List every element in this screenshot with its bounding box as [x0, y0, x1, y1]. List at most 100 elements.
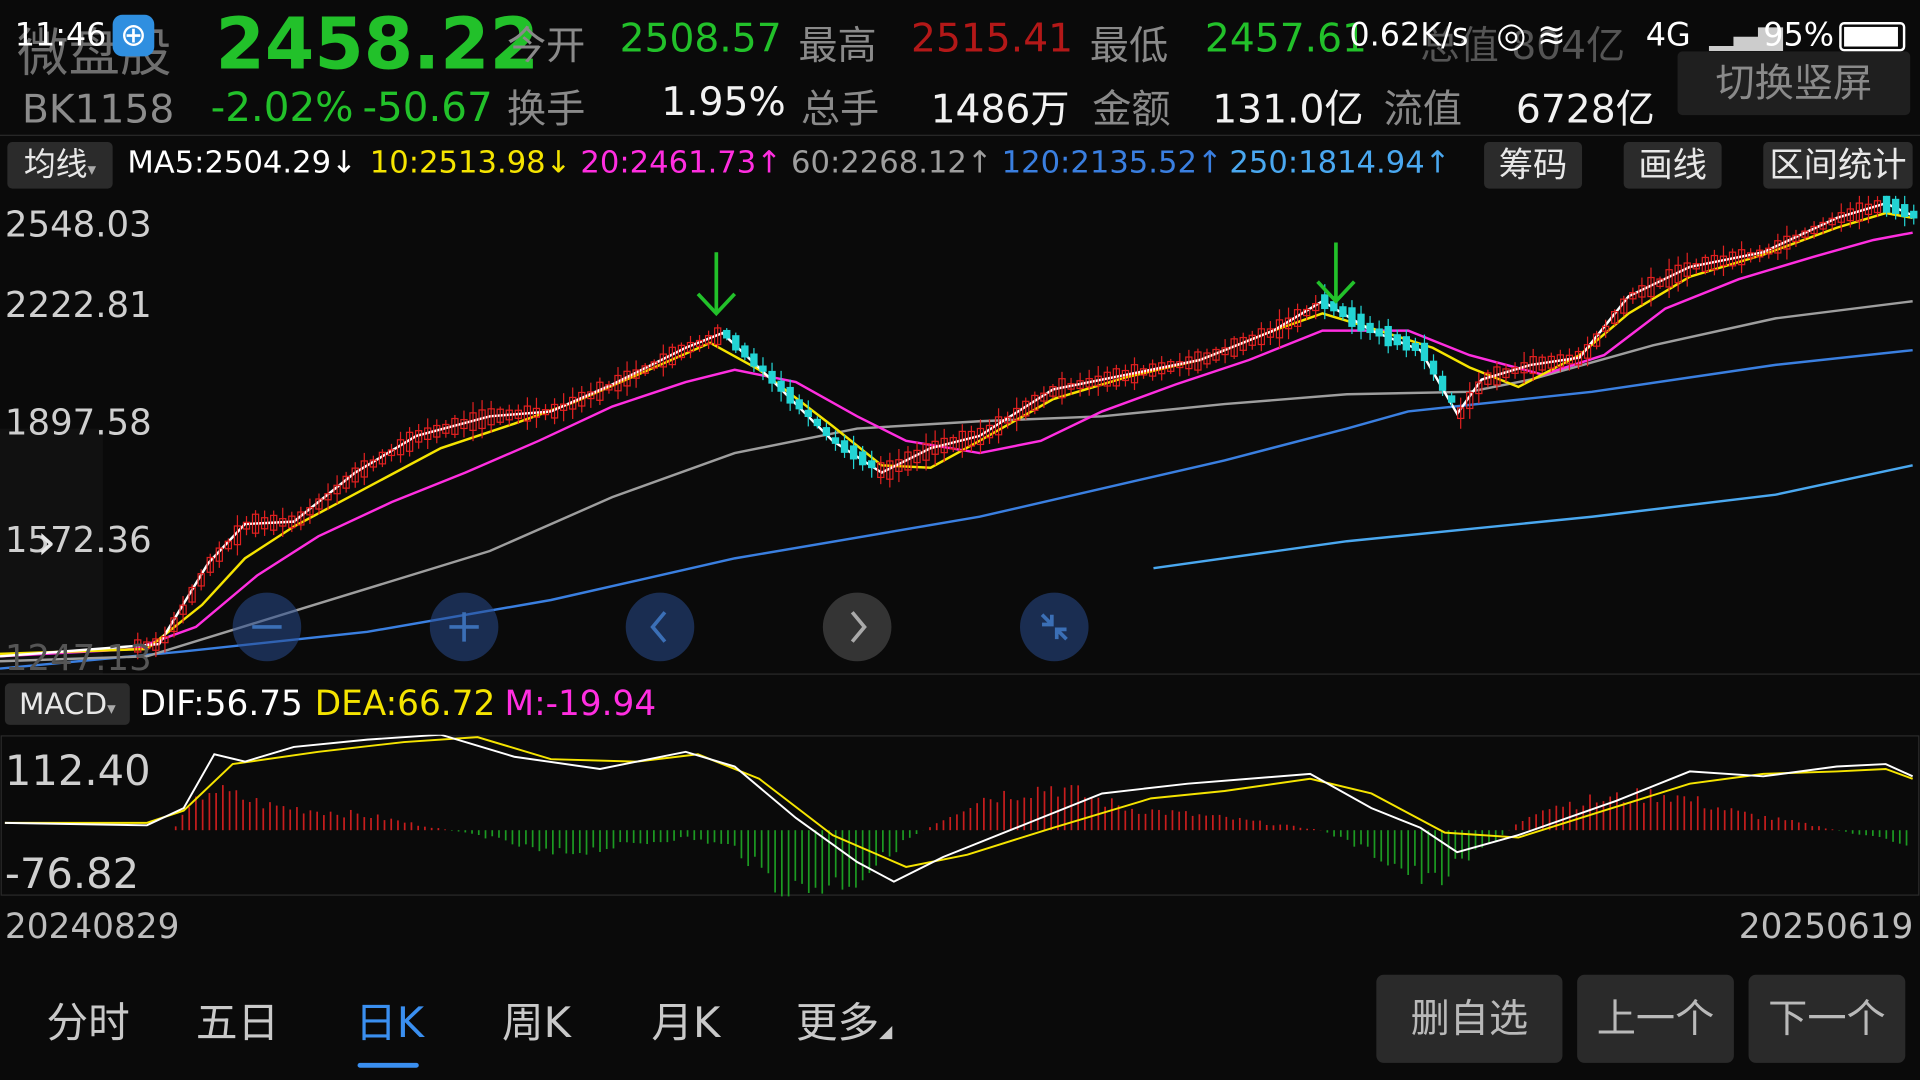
amount-value: 131.0亿: [1212, 85, 1364, 133]
wifi-icon: ◎ ≋: [1496, 14, 1566, 56]
macd-selector[interactable]: MACD▾: [4, 683, 130, 725]
active-tab-underline: [357, 1062, 419, 1068]
switch-portrait-button[interactable]: 切换竖屏: [1677, 51, 1911, 116]
chip-button[interactable]: 筹码: [1484, 142, 1583, 189]
battery-icon: [1839, 22, 1906, 52]
expand-chevron-icon[interactable]: ›: [37, 514, 57, 570]
ma-selector[interactable]: 均线▾: [7, 142, 113, 189]
tab-five-day[interactable]: 五日: [196, 989, 279, 1049]
macd-dif: DIF:56.75: [139, 683, 303, 724]
price-tick: 1247.13: [4, 636, 152, 679]
amount-label: 金额: [1092, 85, 1171, 133]
battery-percent: 95%: [1763, 17, 1835, 54]
low-value: 2457.61: [1204, 14, 1367, 62]
float-value: 6728亿: [1515, 85, 1655, 133]
compress-icon: [1040, 613, 1068, 641]
tab-weekly-k[interactable]: 周K: [502, 989, 571, 1049]
scroll-left-button[interactable]: [625, 592, 695, 662]
previous-button[interactable]: 上一个: [1577, 974, 1734, 1063]
candle-body: [858, 451, 867, 466]
candle-body: [1438, 375, 1447, 391]
reset-zoom-button[interactable]: [1020, 592, 1089, 662]
candle-body: [840, 440, 849, 453]
candle-body: [777, 380, 785, 392]
current-price: 2458.22: [215, 2, 539, 86]
candle-body: [1411, 343, 1420, 351]
candle-body: [1393, 334, 1401, 346]
candle-body: [822, 427, 831, 436]
price-tick: 1897.58: [4, 401, 152, 444]
candle-body: [1910, 210, 1918, 219]
zoom-out-button[interactable]: [232, 592, 302, 662]
tab-monthly-k[interactable]: 月K: [651, 989, 720, 1049]
volume-label: 总手: [800, 85, 880, 133]
macd-selector-label: MACD: [18, 686, 108, 722]
candle-body: [1348, 307, 1356, 327]
candle-body: [1429, 360, 1438, 375]
status-time: 11:46: [14, 17, 107, 54]
network-type: 4G: [1645, 17, 1691, 54]
turnover-label: 换手: [506, 85, 586, 133]
dropdown-icon: ▾: [107, 699, 116, 719]
candle-body: [1339, 306, 1347, 318]
ma5-value: MA5:2504.29↓: [127, 144, 357, 181]
candle-body: [759, 365, 767, 372]
next-button[interactable]: 下一个: [1748, 974, 1906, 1063]
high-label: 最高: [798, 22, 877, 69]
plus-icon: [449, 612, 479, 642]
candle-body: [732, 335, 740, 351]
candle-body: [1375, 328, 1383, 337]
stock-code: BK1158: [22, 85, 175, 133]
ma60-value: 60:2268.12↑: [791, 144, 993, 181]
minus-icon: [252, 625, 282, 629]
app-badge-icon: ⊕: [112, 14, 155, 57]
tab-intraday[interactable]: 分时: [47, 989, 130, 1049]
candle-body: [750, 353, 758, 367]
candle-body: [1447, 395, 1456, 403]
candle-body: [831, 437, 840, 444]
price-tick: 2222.81: [4, 284, 152, 326]
chevron-right-icon: [850, 611, 867, 643]
macd-tick-low: -76.82: [4, 849, 140, 899]
float-label: 流值: [1383, 85, 1463, 133]
open-label: 今开: [506, 22, 586, 69]
macd-chart[interactable]: [0, 734, 1920, 897]
candle-body: [723, 329, 731, 339]
corner-arrow-icon: ◢: [879, 1022, 893, 1043]
candle-body: [1901, 204, 1909, 217]
candle-body: [1384, 325, 1392, 347]
chart-divider: [0, 673, 1920, 675]
ma120-value: 120:2135.52↑: [1001, 144, 1223, 181]
high-value: 2515.41: [911, 14, 1074, 62]
scroll-right-button[interactable]: [822, 592, 892, 662]
stock-app-screen: 微盘股 11:46 ⊕ 2458.22 今开 2508.57 最高 2515.4…: [0, 0, 1920, 1080]
candle-body: [868, 460, 876, 469]
candle-body: [795, 399, 803, 410]
net-speed: 0.62K/s: [1349, 17, 1469, 54]
tab-more[interactable]: 更多◢: [796, 989, 892, 1049]
chevron-left-icon: [650, 611, 667, 643]
macd-tick-high: 112.40: [4, 746, 151, 796]
turnover-value: 1.95%: [661, 78, 786, 125]
price-tick: 2548.03: [4, 203, 152, 245]
end-date: 20250619: [1738, 906, 1914, 947]
remove-watchlist-button[interactable]: 删自选: [1376, 974, 1563, 1063]
volume-value: 1486万: [930, 85, 1070, 133]
macd-m: M:-19.94: [504, 683, 657, 724]
ma250-value: 250:1814.94↑: [1229, 144, 1451, 181]
tab-more-label: 更多: [795, 999, 880, 1049]
header-divider: [0, 134, 1920, 136]
candle-body: [1891, 198, 1900, 214]
tab-daily-k[interactable]: 日K: [355, 989, 424, 1049]
candle-body: [1366, 322, 1374, 334]
candle-body: [849, 445, 858, 460]
ma-selector-label: 均线: [23, 146, 88, 184]
zoom-in-button[interactable]: [429, 592, 499, 662]
candle-body: [768, 370, 776, 384]
candle-body: [1402, 336, 1411, 351]
candle-body: [1321, 294, 1329, 310]
draw-line-button[interactable]: 画线: [1623, 142, 1722, 189]
change-amount: -50.67: [362, 83, 493, 132]
range-stats-button[interactable]: 区间统计: [1763, 142, 1913, 189]
candle-body: [1420, 342, 1429, 362]
